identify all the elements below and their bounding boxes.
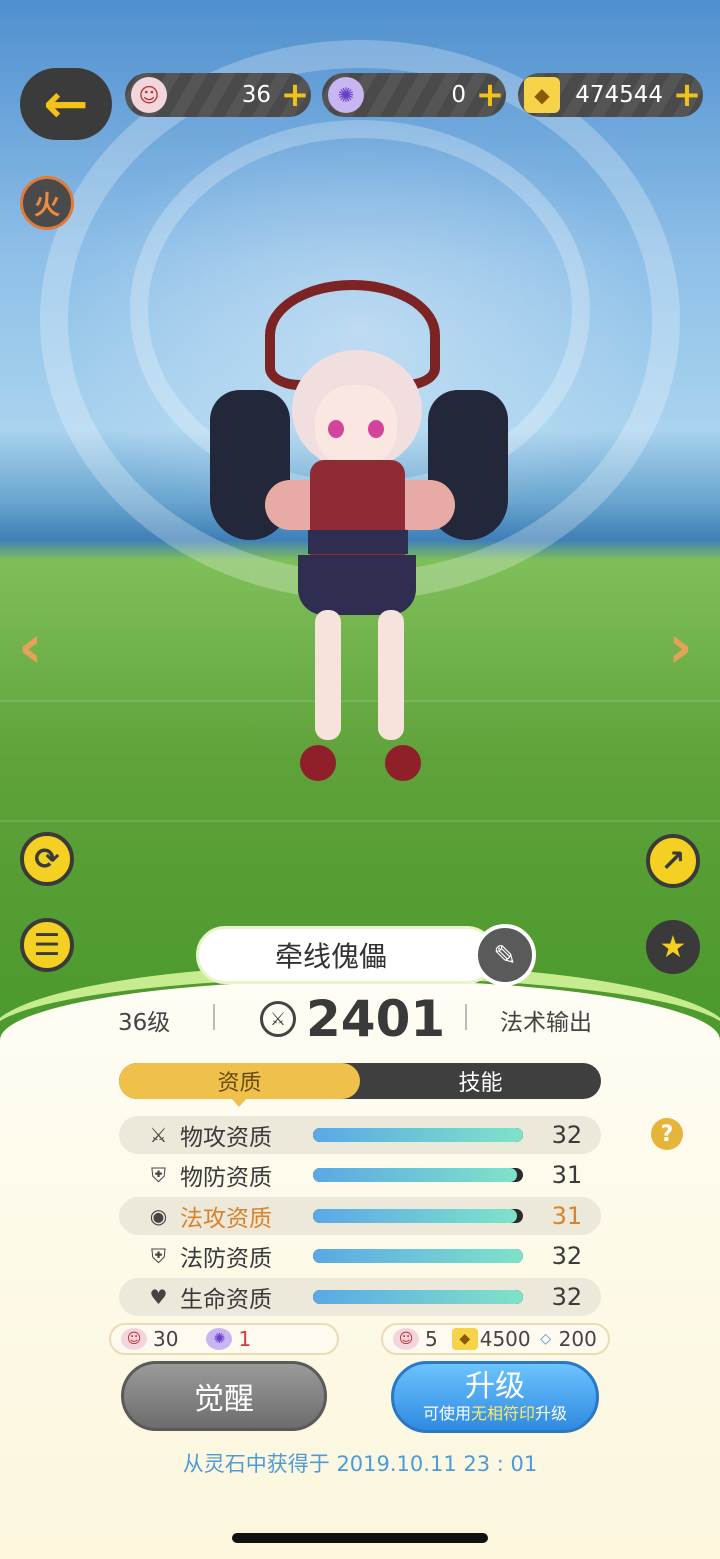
stat-bar-fill [312, 1128, 523, 1142]
stat-row-magic-attack: ◉ 法攻资质 31 [119, 1197, 601, 1235]
upgrade-sub-highlight: 无相符印 [470, 1404, 535, 1423]
home-indicator[interactable] [232, 1533, 488, 1543]
shield-icon: ⛨ [151, 1163, 166, 1187]
stat-bar-fill [312, 1249, 523, 1263]
stat-label: 法攻资质 [180, 1206, 273, 1232]
tab-skills[interactable]: 技能 [360, 1063, 601, 1099]
divider [465, 1004, 467, 1030]
tab-bar: 资质 技能 [119, 1063, 601, 1099]
character-model[interactable] [200, 280, 520, 810]
magic-swirl-icon: ◉ [149, 1204, 168, 1228]
rotate-view-icon[interactable]: ⟳ [20, 832, 74, 886]
spirit-orb-icon: ✺ [206, 1328, 233, 1350]
cost-value: 5 [425, 1327, 438, 1351]
character-name: 牵线傀儡 [196, 926, 496, 984]
resource-value: 36 [241, 82, 271, 108]
spirit-orb-icon: ✺ [328, 77, 364, 113]
cost-value: 30 [153, 1327, 179, 1351]
resource-orb-counter: ✺ 0 + [322, 73, 506, 117]
acquisition-source-text: 从灵石中获得于 2019.10.11 23 : 01 [182, 1452, 538, 1476]
stat-bar [312, 1290, 523, 1304]
stat-label: 法防资质 [180, 1246, 273, 1272]
favorite-star-icon[interactable]: ★ [646, 920, 700, 974]
tab-aptitude[interactable]: 资质 [119, 1063, 360, 1099]
stat-bar-fill [312, 1290, 523, 1304]
cost-value: 200 [558, 1327, 597, 1351]
element-fire-badge[interactable]: 火 [20, 176, 74, 230]
rename-pencil-icon[interactable]: ✎ [474, 924, 536, 986]
stat-value: 32 [551, 1283, 583, 1311]
stat-bar-fill [312, 1209, 517, 1223]
puppet-face-icon: ☺ [131, 77, 167, 113]
right-eye [368, 420, 384, 438]
stat-value: 31 [551, 1161, 583, 1189]
puppet-face-icon: ☺ [393, 1328, 419, 1350]
left-leg [315, 610, 341, 740]
combat-power-icon: ⚔ [260, 1001, 296, 1037]
combat-power-value: 2401 [306, 990, 446, 1048]
stat-bar [312, 1249, 523, 1263]
right-leg [378, 610, 404, 740]
character-belt [308, 530, 408, 554]
stat-label: 物防资质 [180, 1165, 273, 1191]
gold-talisman-icon: ◆ [524, 77, 560, 113]
help-question-icon[interactable]: ? [651, 1118, 683, 1150]
stat-value: 32 [551, 1121, 583, 1149]
awaken-button[interactable]: 觉醒 [121, 1361, 327, 1431]
active-tab-caret [231, 1098, 247, 1107]
add-puppet-button[interactable]: + [279, 78, 311, 112]
stat-value: 32 [551, 1242, 583, 1270]
left-shoe [300, 745, 336, 781]
cost-value: 4500 [479, 1327, 531, 1351]
gold-talisman-icon: ◆ [451, 1328, 478, 1350]
puppet-face-icon: ☺ [121, 1328, 147, 1350]
left-eye [328, 420, 344, 438]
upgrade-sub-pre: 可使用 [422, 1404, 471, 1423]
character-level: 36级 [118, 1010, 171, 1036]
stat-label: 生命资质 [180, 1287, 273, 1313]
upgrade-cost: ☺ 5 ◆ 4500 ◇ 200 [381, 1323, 610, 1355]
resource-value: 474544 [575, 82, 663, 108]
shield-icon: ⛨ [151, 1244, 166, 1268]
awaken-cost: ☺ 30 ✺ 1 [109, 1323, 339, 1355]
diamond-icon: ◇ [540, 1331, 552, 1347]
stat-label: 物攻资质 [180, 1125, 273, 1151]
next-character-chevron-icon[interactable]: › [668, 612, 693, 682]
divider [213, 1004, 215, 1030]
upgrade-sub-post: 升级 [535, 1404, 568, 1423]
right-shoe [385, 745, 421, 781]
resource-value: 0 [451, 82, 466, 108]
stat-value: 31 [551, 1202, 583, 1230]
add-orb-button[interactable]: + [474, 78, 506, 112]
stat-bar [312, 1128, 523, 1142]
heart-icon: ♥ [149, 1285, 168, 1309]
list-menu-icon[interactable]: ☰ [20, 918, 74, 972]
back-button[interactable]: ← [20, 68, 112, 140]
stat-bar-fill [312, 1168, 517, 1182]
character-name-text: 牵线傀儡 [274, 940, 387, 973]
upgrade-sublabel: 可使用无相符印升级 [423, 1404, 567, 1424]
character-role: 法术输出 [500, 1010, 592, 1036]
stat-bar [312, 1209, 523, 1223]
resource-gold-counter: ◆ 474544 + [518, 73, 703, 117]
share-icon[interactable]: ↗ [646, 834, 700, 888]
sword-icon: ⚔ [149, 1123, 168, 1147]
stat-row-magic-defense: ⛨ 法防资质 32 [119, 1237, 601, 1275]
add-gold-button[interactable]: + [671, 78, 703, 112]
back-arrow-icon: ← [43, 72, 89, 135]
stat-row-health: ♥ 生命资质 32 [119, 1278, 601, 1316]
upgrade-label: 升级 [465, 1369, 525, 1404]
stat-row-physical-attack: ⚔ 物攻资质 32 [119, 1116, 601, 1154]
stat-bar [312, 1168, 523, 1182]
cost-value: 1 [238, 1327, 252, 1351]
upgrade-button[interactable]: 升级 可使用无相符印升级 [391, 1361, 599, 1433]
character-skirt [298, 555, 416, 615]
prev-character-chevron-icon[interactable]: ‹ [18, 612, 43, 682]
grass-stripe [0, 820, 720, 822]
stat-row-physical-defense: ⛨ 物防资质 31 [119, 1156, 601, 1194]
resource-puppet-counter: ☺ 36 + [125, 73, 311, 117]
